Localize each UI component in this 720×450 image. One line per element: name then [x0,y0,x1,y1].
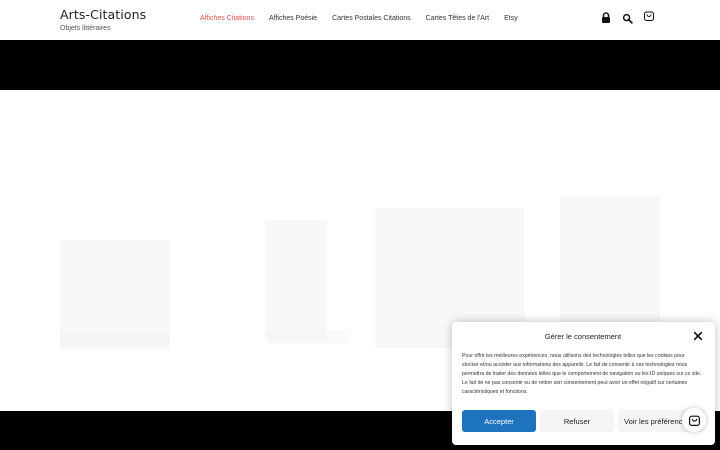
shopping-bag-icon [688,415,700,426]
consent-title: Gérer le consentement [544,332,622,341]
nav-item-cartes-tetes-de-l-art[interactable]: Cartes Têtes de l'Art [426,15,489,22]
nav-item-etsy[interactable]: Etsy [504,15,518,22]
shopping-bag-icon[interactable] [643,10,655,22]
hero-banner [0,40,720,90]
nav-item-affiches-poesie[interactable]: Affiches Poésie [269,15,317,22]
product-image[interactable] [265,220,327,340]
refuse-button[interactable]: Refuser [540,410,614,432]
lock-icon[interactable] [600,12,612,24]
search-icon[interactable] [622,13,633,24]
consent-text: Pour offrir les meilleures expériences, … [462,353,702,395]
consent-dialog: Gérer le consentement Pour offrir les me… [452,322,715,445]
product-caption-bar [268,330,350,344]
close-icon[interactable] [693,331,703,341]
floating-cart-button[interactable] [682,408,706,432]
accept-button[interactable]: Accepter [462,410,536,432]
site-title[interactable]: Arts-Citations [60,7,146,22]
site-tagline: Objets littéraires [60,25,111,32]
nav-item-affiches-citations[interactable]: Affiches Citations [200,15,254,22]
brand[interactable]: Arts-Citations Objets littéraires [60,7,146,32]
nav-item-cartes-postales-citations[interactable]: Cartes Postales Citations [332,15,411,22]
header-icons [600,10,655,24]
product-caption-bar [60,332,170,346]
site-header: Arts-Citations Objets littéraires Affich… [0,0,720,40]
main-nav: Affiches Citations Affiches Poésie Carte… [200,15,533,22]
